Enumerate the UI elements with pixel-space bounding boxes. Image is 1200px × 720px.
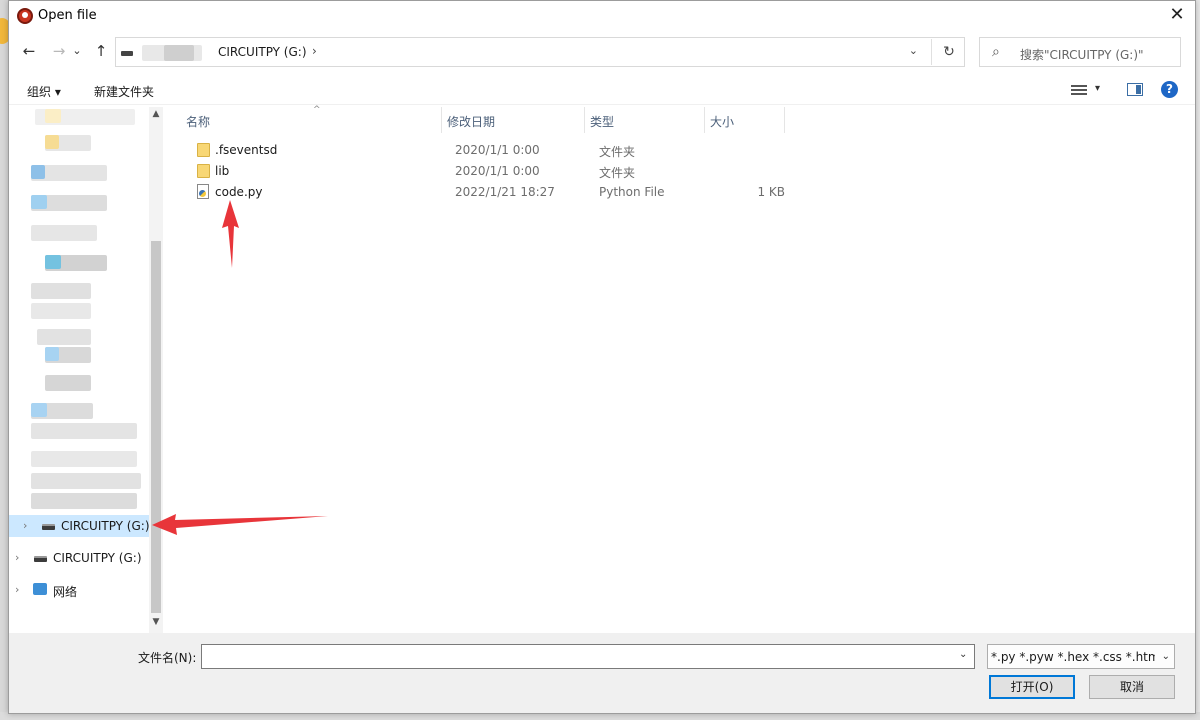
- file-name: .fseventsd: [215, 143, 278, 157]
- open-file-dialog: Open file ✕ ← → ⌄ ↑ CIRCUITPY (G:) › ⌄ ↻…: [8, 0, 1196, 714]
- column-divider[interactable]: [784, 107, 785, 133]
- file-row[interactable]: code.py 2022/1/21 18:27 Python File 1 KB: [185, 182, 795, 203]
- address-bar[interactable]: CIRCUITPY (G:) › ⌄ ↻: [115, 37, 965, 67]
- address-divider: [931, 39, 932, 65]
- desktop-background: [0, 0, 10, 720]
- blurred-tree-item: [45, 375, 91, 391]
- column-divider[interactable]: [441, 107, 442, 133]
- new-folder-button[interactable]: 新建文件夹: [94, 83, 154, 100]
- blurred-tree-item: [31, 423, 137, 439]
- column-divider[interactable]: [584, 107, 585, 133]
- blurred-tree-item: [31, 165, 45, 179]
- column-divider[interactable]: [704, 107, 705, 133]
- recent-locations-button[interactable]: ⌄: [71, 41, 83, 61]
- navigation-scrollbar[interactable]: ▲ ▼: [149, 107, 163, 633]
- close-button[interactable]: ✕: [1165, 4, 1189, 28]
- blurred-tree-item: [31, 195, 47, 209]
- help-icon[interactable]: ?: [1161, 81, 1178, 98]
- column-header-date[interactable]: 修改日期: [447, 113, 495, 130]
- python-file-icon: [197, 184, 209, 199]
- dialog-footer: 文件名(N): ⌄ *.py *.pyw *.hex *.css *.html …: [9, 633, 1195, 713]
- file-date: 2022/1/21 18:27: [455, 185, 555, 199]
- chevron-right-icon[interactable]: ›: [312, 44, 317, 58]
- preview-pane-icon[interactable]: [1127, 83, 1143, 96]
- blurred-tree-item: [31, 473, 141, 489]
- file-name: lib: [215, 164, 230, 178]
- blurred-tree-item: [37, 329, 91, 345]
- folder-icon: [197, 164, 210, 178]
- sort-ascending-icon: ^: [313, 105, 321, 115]
- blurred-path-segment: [164, 45, 194, 61]
- blurred-tree-item: [31, 283, 91, 299]
- navigation-pane[interactable]: › CIRCUITPY (G:) › CIRCUITPY (G:) › 网络 ▲…: [9, 107, 164, 633]
- search-placeholder: 搜索"CIRCUITPY (G:)": [1020, 48, 1144, 62]
- sidebar-item-label: CIRCUITPY (G:): [61, 519, 150, 533]
- cancel-button[interactable]: 取消: [1089, 675, 1175, 699]
- column-header-size[interactable]: 大小: [710, 113, 734, 130]
- blurred-tree-item: [45, 347, 59, 361]
- organize-menu[interactable]: 组织 ▾: [27, 83, 61, 100]
- chevron-right-icon[interactable]: ›: [15, 583, 19, 596]
- file-type: Python File: [599, 185, 665, 199]
- window-title: Open file: [38, 8, 97, 23]
- app-icon: [17, 8, 33, 24]
- blurred-tree-item: [31, 451, 137, 467]
- file-size: 1 KB: [757, 185, 785, 199]
- file-name: code.py: [215, 185, 263, 199]
- blurred-tree-item: [45, 135, 59, 149]
- search-input[interactable]: ⌕ 搜索"CIRCUITPY (G:)": [979, 37, 1181, 67]
- folder-icon: [197, 143, 210, 157]
- network-icon: [33, 583, 47, 595]
- file-type: 文件夹: [599, 166, 636, 180]
- filename-input[interactable]: [201, 644, 975, 669]
- filename-dropdown[interactable]: ⌄: [959, 649, 967, 660]
- back-button[interactable]: ←: [19, 41, 39, 61]
- column-header-type[interactable]: 类型: [590, 113, 614, 130]
- blurred-tree-item: [45, 109, 61, 123]
- file-type-value: *.py *.pyw *.hex *.css *.html *: [991, 650, 1155, 664]
- file-row[interactable]: lib 2020/1/1 0:00 文件夹: [185, 161, 795, 182]
- blurred-tree-item: [31, 493, 137, 509]
- drive-icon: [42, 524, 55, 530]
- file-type: 文件夹: [599, 145, 636, 159]
- chevron-right-icon[interactable]: ›: [23, 519, 27, 532]
- search-icon: ⌕: [992, 44, 1000, 60]
- drive-icon: [34, 556, 47, 562]
- scroll-up-arrow[interactable]: ▲: [149, 109, 163, 119]
- scrollbar-thumb[interactable]: [151, 241, 161, 613]
- drive-icon: [121, 51, 133, 56]
- command-toolbar: 组织 ▾ 新建文件夹 ▾ ?: [9, 75, 1195, 105]
- file-list[interactable]: 名称 ^ 修改日期 类型 大小 .fseventsd 2020/1/1 0:00…: [171, 105, 1195, 633]
- refresh-button[interactable]: ↻: [938, 42, 960, 62]
- file-type-select[interactable]: *.py *.pyw *.hex *.css *.html * ⌄: [987, 644, 1175, 669]
- sidebar-item-network[interactable]: › 网络: [9, 579, 149, 601]
- blurred-tree-item: [45, 255, 61, 269]
- open-button[interactable]: 打开(O): [989, 675, 1075, 699]
- sidebar-item-circuitpy[interactable]: › CIRCUITPY (G:): [9, 547, 149, 569]
- file-date: 2020/1/1 0:00: [455, 143, 540, 157]
- blurred-tree-item: [31, 225, 97, 241]
- up-button[interactable]: ↑: [91, 41, 111, 61]
- title-bar: Open file ✕: [9, 1, 1195, 31]
- file-row[interactable]: .fseventsd 2020/1/1 0:00 文件夹: [185, 140, 795, 161]
- sidebar-item-label: 网络: [53, 585, 78, 599]
- column-headers: 名称 ^ 修改日期 类型 大小: [171, 105, 1195, 133]
- chevron-down-icon: ⌄: [1161, 651, 1170, 662]
- chevron-right-icon[interactable]: ›: [15, 551, 19, 564]
- view-dropdown[interactable]: ▾: [1095, 83, 1100, 94]
- blurred-tree-item: [31, 303, 91, 319]
- address-history-dropdown[interactable]: ⌄: [909, 44, 918, 57]
- address-location[interactable]: CIRCUITPY (G:): [218, 45, 307, 59]
- view-options-icon[interactable]: [1071, 83, 1087, 97]
- forward-button[interactable]: →: [49, 41, 69, 61]
- scroll-down-arrow[interactable]: ▼: [149, 617, 163, 627]
- sidebar-item-label: CIRCUITPY (G:): [53, 551, 142, 565]
- navigation-bar: ← → ⌄ ↑ CIRCUITPY (G:) › ⌄ ↻ ⌕ 搜索"CIRCUI…: [9, 35, 1195, 69]
- blurred-tree-item: [31, 403, 47, 417]
- column-header-name[interactable]: 名称: [186, 113, 210, 130]
- filename-label: 文件名(N):: [138, 651, 197, 665]
- sidebar-item-circuitpy-selected[interactable]: › CIRCUITPY (G:): [9, 515, 150, 537]
- file-date: 2020/1/1 0:00: [455, 164, 540, 178]
